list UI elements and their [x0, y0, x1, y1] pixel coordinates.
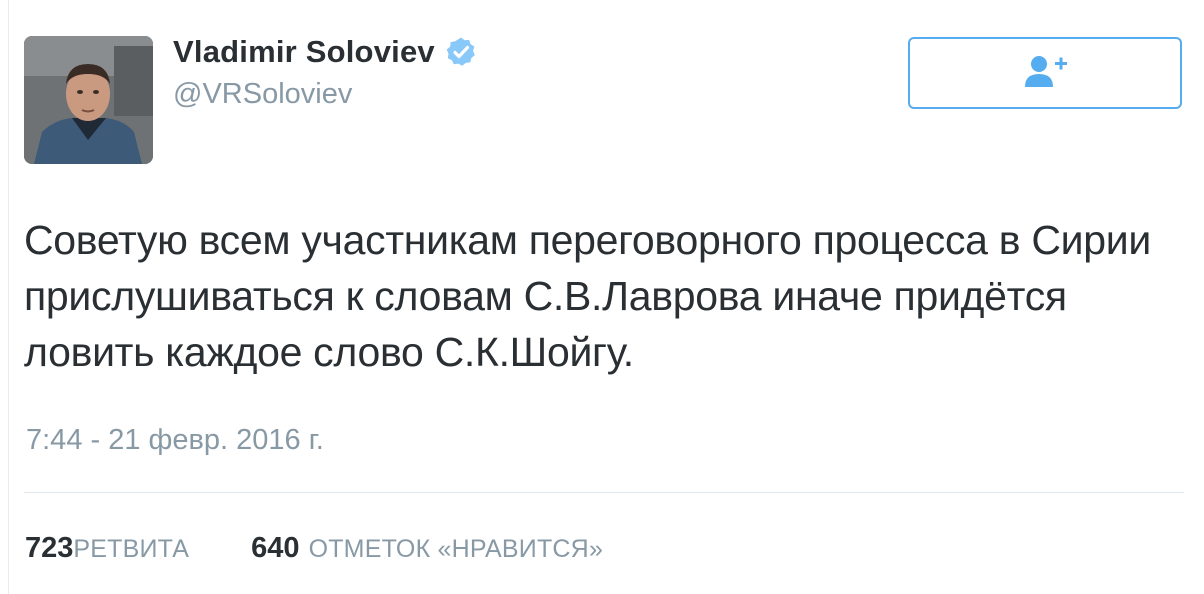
follow-button[interactable] [908, 37, 1182, 109]
user-name-row[interactable]: Vladimir Soloviev [173, 32, 477, 72]
likes-label: ОТМЕТОК «НРАВИТСЯ» [308, 535, 604, 563]
retweets-count: 723 [25, 532, 74, 564]
tweet-card: Vladimir Soloviev @VRSoloviev Советую вс… [0, 0, 1204, 594]
retweets-label: РЕТВИТА [73, 535, 190, 563]
retweets-stat[interactable]: 723РЕТВИТА [25, 528, 189, 569]
follow-user-plus-icon [1021, 53, 1069, 94]
user-name[interactable]: Vladimir Soloviev [173, 32, 435, 72]
card-border [8, 0, 9, 594]
avatar[interactable] [24, 36, 153, 164]
tweet-text: Советую всем участникам переговорного пр… [24, 217, 1151, 375]
tweet-stats: 723РЕТВИТА 640 ОТМЕТОК «НРАВИТСЯ» [25, 528, 603, 568]
user-handle[interactable]: @VRSoloviev [173, 76, 352, 112]
tweet-timestamp[interactable]: 7:44 - 21 февр. 2016 г. [26, 420, 324, 460]
divider [24, 492, 1184, 493]
verified-badge-icon [445, 36, 477, 68]
likes-count: 640 [251, 532, 300, 564]
likes-stat[interactable]: 640 ОТМЕТОК «НРАВИТСЯ» [251, 528, 603, 569]
